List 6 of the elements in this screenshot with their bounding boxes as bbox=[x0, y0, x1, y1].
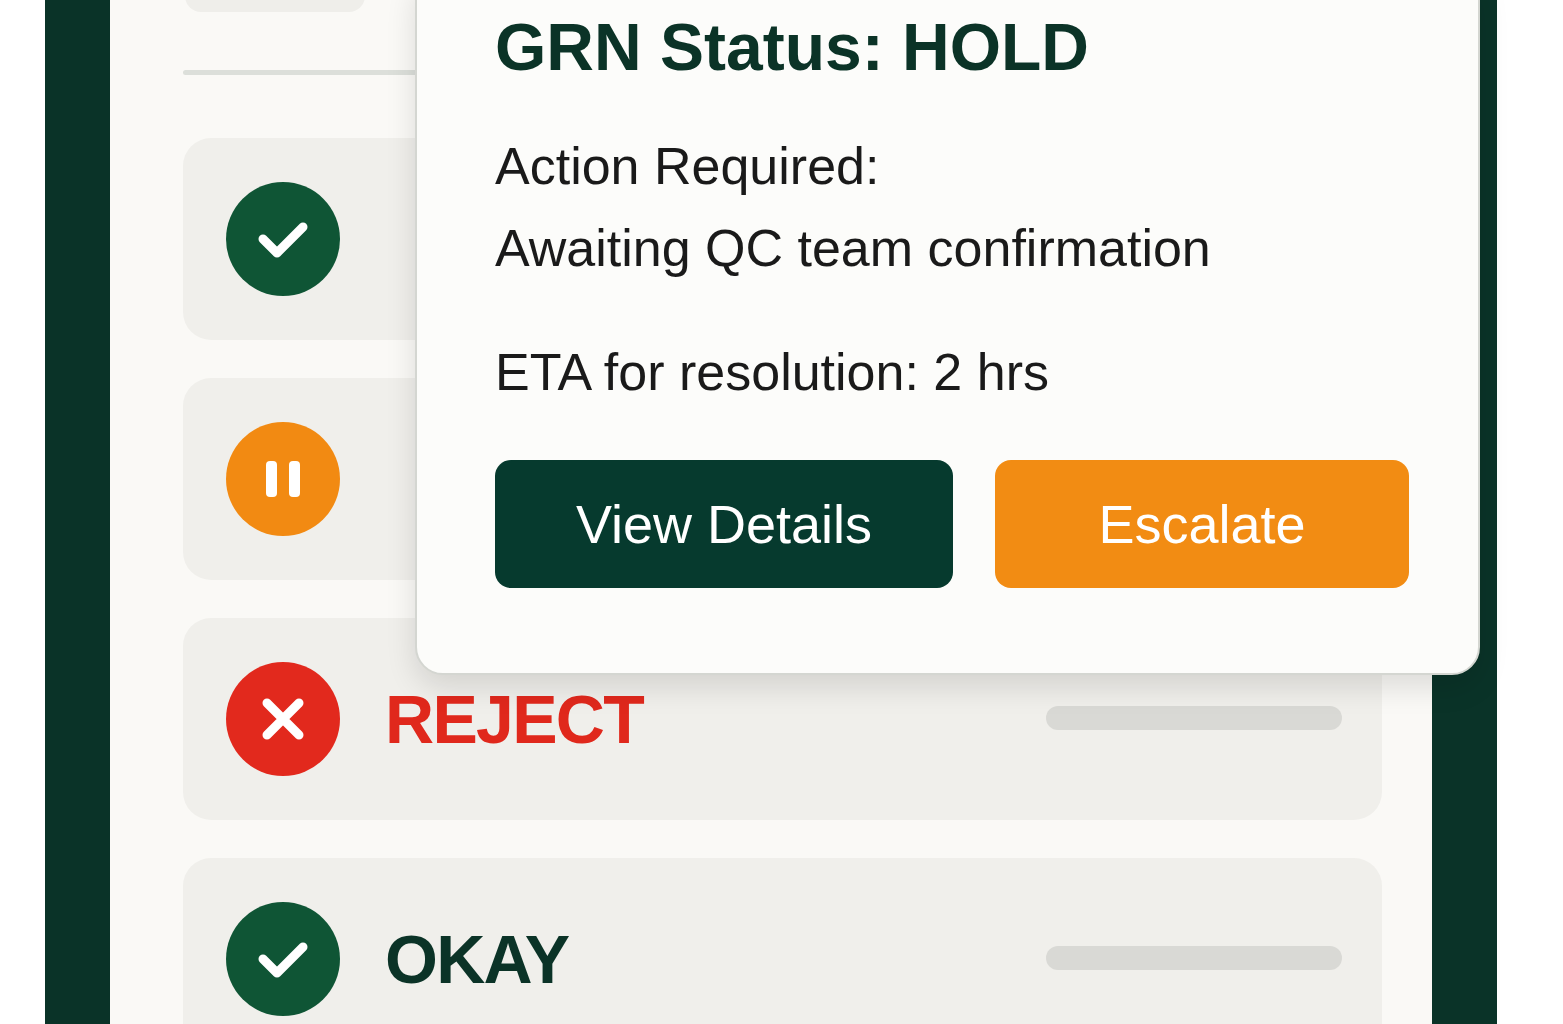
status-label: REJECT bbox=[385, 680, 644, 759]
eta-text: ETA for resolution: 2 hrs bbox=[495, 346, 1049, 398]
view-details-button[interactable]: View Details bbox=[495, 460, 953, 588]
status-row[interactable]: OKAY bbox=[183, 858, 1382, 1024]
popup-title: GRN Status: HOLD bbox=[495, 14, 1089, 80]
status-label: OKAY bbox=[385, 920, 569, 999]
